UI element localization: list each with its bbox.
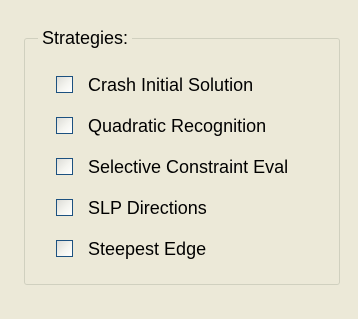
selective-constraint-eval-checkbox[interactable] — [56, 158, 73, 175]
steepest-edge-option[interactable]: Steepest Edge — [56, 228, 288, 269]
crash-initial-solution-option[interactable]: Crash Initial Solution — [56, 64, 288, 105]
strategies-option-list: Crash Initial Solution Quadratic Recogni… — [56, 64, 288, 269]
crash-initial-solution-checkbox[interactable] — [56, 76, 73, 93]
steepest-edge-label[interactable]: Steepest Edge — [88, 238, 206, 260]
quadratic-recognition-label[interactable]: Quadratic Recognition — [88, 115, 266, 137]
slp-directions-option[interactable]: SLP Directions — [56, 187, 288, 228]
selective-constraint-eval-option[interactable]: Selective Constraint Eval — [56, 146, 288, 187]
selective-constraint-eval-label[interactable]: Selective Constraint Eval — [88, 156, 288, 178]
steepest-edge-checkbox[interactable] — [56, 240, 73, 257]
crash-initial-solution-label[interactable]: Crash Initial Solution — [88, 74, 253, 96]
strategies-group-title: Strategies: — [38, 27, 133, 49]
quadratic-recognition-option[interactable]: Quadratic Recognition — [56, 105, 288, 146]
slp-directions-checkbox[interactable] — [56, 199, 73, 216]
slp-directions-label[interactable]: SLP Directions — [88, 197, 207, 219]
quadratic-recognition-checkbox[interactable] — [56, 117, 73, 134]
